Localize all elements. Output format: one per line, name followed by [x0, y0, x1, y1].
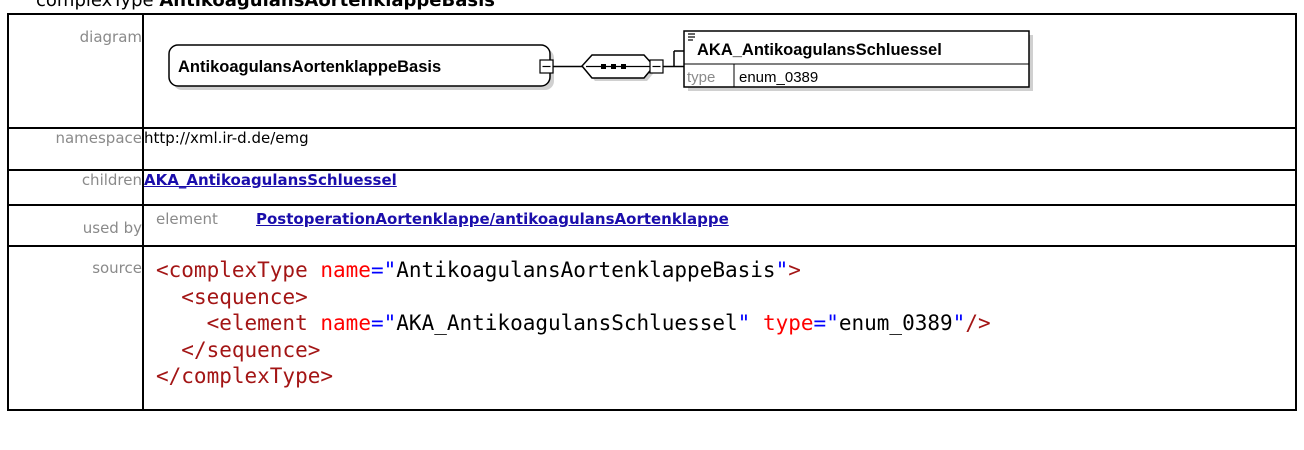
element-name: AKA_AntikoagulansSchluessel [697, 41, 942, 59]
source-cell: <complexType name="AntikoagulansAortenkl… [142, 245, 1297, 411]
complex-type-name: AntikoagulansAortenklappeBasis [178, 58, 441, 76]
source-code: <complexType name="AntikoagulansAortenkl… [156, 258, 991, 388]
used-by-value: element PostoperationAortenklappe/antikoa… [142, 204, 1297, 247]
doc-table: diagram AntikoagulansAortenklappeBasis A… [7, 13, 1297, 411]
row-source: source <complexType name="AntikoagulansA… [7, 245, 1297, 411]
row-diagram: diagram AntikoagulansAortenklappeBasis A… [7, 13, 1297, 129]
row-children: children AKA_AntikoagulansSchluessel [7, 169, 1297, 206]
row-namespace: namespace http://xml.ir-d.de/emg [7, 127, 1297, 171]
source-label: source [7, 245, 144, 411]
namespace-label: namespace [7, 127, 144, 171]
element-type-value: enum_0389 [739, 69, 818, 86]
page-title: complexType AntikoagulansAortenklappeBas… [36, 0, 495, 11]
diagram-cell: AntikoagulansAortenklappeBasis AKA_Antik… [142, 13, 1297, 129]
children-value: AKA_AntikoagulansSchluessel [142, 169, 1297, 206]
namespace-value: http://xml.ir-d.de/emg [142, 127, 1297, 171]
page-title-name: AntikoagulansAortenklappeBasis [159, 0, 495, 11]
diagram-label: diagram [7, 13, 144, 129]
used-by-label: used by [7, 204, 144, 247]
used-by-link[interactable]: PostoperationAortenklappe/antikoagulansA… [256, 210, 729, 228]
child-link[interactable]: AKA_AntikoagulansSchluessel [144, 171, 397, 189]
element-box[interactable] [683, 30, 1030, 88]
children-label: children [7, 169, 144, 206]
element-type-keyword: type [687, 69, 715, 86]
page-title-kind: complexType [36, 0, 154, 11]
used-by-kind: element [156, 210, 218, 228]
schema-diagram: AntikoagulansAortenklappeBasis AKA_Antik… [168, 30, 1033, 91]
row-used-by: used by element PostoperationAortenklappe… [7, 204, 1297, 247]
